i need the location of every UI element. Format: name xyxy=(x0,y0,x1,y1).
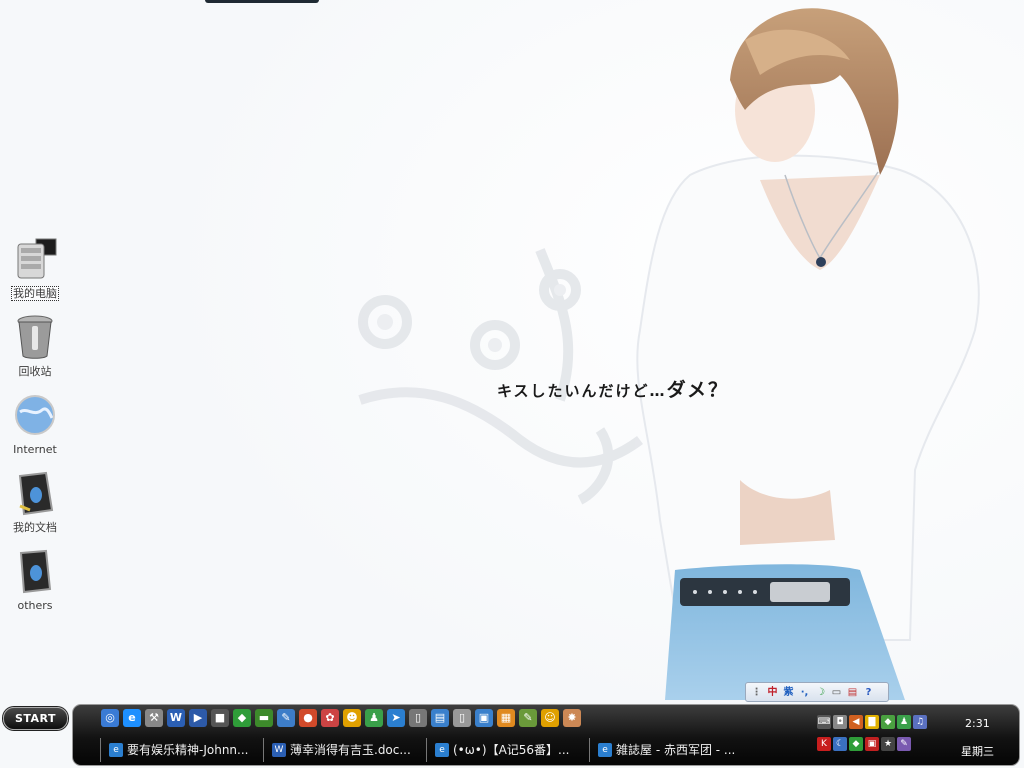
monitor-icon[interactable]: ▣ xyxy=(475,709,493,727)
caption-text: キスしたいんだけど… xyxy=(497,382,667,400)
taskbar-button-label: (•ω•)【A记56番】... xyxy=(453,743,570,757)
notepad-icon[interactable]: ✎ xyxy=(519,709,537,727)
package-icon[interactable]: ▦ xyxy=(497,709,515,727)
tool-icon[interactable]: ⚒ xyxy=(145,709,163,727)
qq-icon[interactable]: ☻ xyxy=(343,709,361,727)
taskbar: ◎ e ⚒ W ▶ ■ ◆ ▬ ✎ ● ✿ ☻ ♟ ➤ ▯ ▤ ▯ ▣ ▦ ✎ ☺ ✸ e 要有娱乐精神-Johnn... W… xyxy=(72,704,1020,766)
palette-icon[interactable]: ✸ xyxy=(563,709,581,727)
taskbar-button[interactable]: W 薄幸消得有吉玉.doc... xyxy=(263,738,423,762)
paint-icon[interactable]: ✎ xyxy=(897,737,911,751)
word-icon[interactable]: W xyxy=(167,709,185,727)
start-button[interactable]: START xyxy=(3,707,68,730)
ime-chinese-icon[interactable]: 中 xyxy=(766,686,779,699)
arrow-icon[interactable]: ➤ xyxy=(387,709,405,727)
grip-icon[interactable]: ⋮ xyxy=(750,686,763,699)
desktop-icon-others[interactable]: others xyxy=(4,548,66,613)
word-icon: W xyxy=(272,743,286,757)
taskbar-button[interactable]: e 要有娱乐精神-Johnn... xyxy=(100,738,260,762)
usb-icon[interactable]: ◘ xyxy=(833,715,847,729)
ime-mode-icon[interactable]: 紫 xyxy=(782,686,795,699)
soft-keyboard-icon[interactable]: ▭ xyxy=(830,686,843,699)
desktop-icon-label: others xyxy=(17,599,53,612)
ie-icon: e xyxy=(435,743,449,757)
menu-icon[interactable]: ▤ xyxy=(846,686,859,699)
ie-icon: e xyxy=(109,743,123,757)
taskbar-button-label: 要有娱乐精神-Johnn... xyxy=(127,743,249,757)
volume-icon[interactable]: ◀ xyxy=(849,715,863,729)
ie-icon[interactable]: e xyxy=(123,709,141,727)
computer-icon xyxy=(17,238,57,279)
phone-icon[interactable]: ▯ xyxy=(409,709,427,727)
globe-icon xyxy=(15,395,55,435)
show-desktop-icon[interactable]: ◎ xyxy=(101,709,119,727)
desktop-icon-recycle-bin[interactable]: 回收站 xyxy=(4,314,66,379)
tray-row-bottom: K ☾ ◆ ▣ ★ ✎ xyxy=(817,737,911,751)
help-icon[interactable]: ? xyxy=(862,686,875,699)
desktop-icon-label: Internet xyxy=(13,443,57,456)
desktop-icon-label: 回收站 xyxy=(18,365,52,378)
antivirus-icon[interactable]: K xyxy=(817,737,831,751)
keyboard-icon[interactable]: ⌨ xyxy=(817,715,831,729)
task-list: e 要有娱乐精神-Johnn... W 薄幸消得有吉玉.doc... e (•ω•)【A记… xyxy=(100,738,752,762)
taskbar-button[interactable]: e (•ω•)【A记56番】... xyxy=(426,738,586,762)
flash-icon[interactable]: ▣ xyxy=(865,737,879,751)
document-icon[interactable]: ▤ xyxy=(431,709,449,727)
shield-icon[interactable]: ◆ xyxy=(849,737,863,751)
top-window-tab[interactable] xyxy=(205,0,319,3)
music-icon[interactable]: ♫ xyxy=(913,715,927,729)
network-icon[interactable]: ☾ xyxy=(833,737,847,751)
weekday[interactable]: 星期三 xyxy=(961,743,994,759)
wallpaper-caption: キスしたいんだけど…ダメ？ xyxy=(497,375,729,402)
quick-launch-toolbar: ◎ e ⚒ W ▶ ■ ◆ ▬ ✎ ● ✿ ☻ ♟ ➤ ▯ ▤ ▯ ▣ ▦ ✎ ☺ ✸ xyxy=(101,709,581,729)
folder-icon xyxy=(19,549,52,594)
ipod-icon[interactable]: ▯ xyxy=(453,709,471,727)
msn-icon[interactable]: ♟ xyxy=(365,709,383,727)
taskbar-button-label: 雑誌屋 - 赤西军团 - ... xyxy=(616,743,736,757)
folder-icon[interactable]: ▇ xyxy=(865,715,879,729)
recycle-bin-icon xyxy=(17,315,53,359)
nvidia-icon[interactable]: ▬ xyxy=(255,709,273,727)
pen-icon[interactable]: ✎ xyxy=(277,709,295,727)
taskbar-button-label: 薄幸消得有吉玉.doc... xyxy=(290,743,411,757)
paint-icon[interactable]: ✿ xyxy=(321,709,339,727)
moon-icon[interactable]: ☽ xyxy=(814,686,827,699)
shield-icon[interactable]: ◆ xyxy=(233,709,251,727)
language-bar[interactable]: ⋮ 中紫 ·, ☽ ▭ ▤? xyxy=(745,682,889,702)
star-icon[interactable]: ★ xyxy=(881,737,895,751)
caption-emphasis: ダメ？ xyxy=(666,379,729,401)
taskbar-button[interactable]: e 雑誌屋 - 赤西军团 - ... xyxy=(589,738,749,762)
documents-folder-icon xyxy=(18,471,54,516)
desktop-icon-internet[interactable]: Internet xyxy=(4,392,66,457)
clock[interactable]: 2:31 xyxy=(965,717,990,730)
desktop-icon-my-documents[interactable]: 我的文档 xyxy=(4,470,66,535)
chrome-icon[interactable]: ● xyxy=(299,709,317,727)
cube-icon[interactable]: ◆ xyxy=(881,715,895,729)
desktop-icon-my-computer[interactable]: 我的电脑 xyxy=(4,236,66,301)
punctuation-icon[interactable]: ·, xyxy=(798,686,811,699)
desktop-icon-label: 我的文档 xyxy=(13,521,57,534)
desktop-icon-label: 我的电脑 xyxy=(11,286,59,301)
camera-icon[interactable]: ■ xyxy=(211,709,229,727)
smiley-icon[interactable]: ☺ xyxy=(541,709,559,727)
msn-icon[interactable]: ♟ xyxy=(897,715,911,729)
tray-row-top: ⌨ ◘ ◀ ▇ ◆ ♟ ♫ xyxy=(817,715,927,729)
media-player-icon[interactable]: ▶ xyxy=(189,709,207,727)
ie-icon: e xyxy=(598,743,612,757)
system-tray: ⌨ ◘ ◀ ▇ ◆ ♟ ♫ K ☾ ◆ ▣ ★ ✎ 2:31 星期三 xyxy=(817,709,1017,763)
